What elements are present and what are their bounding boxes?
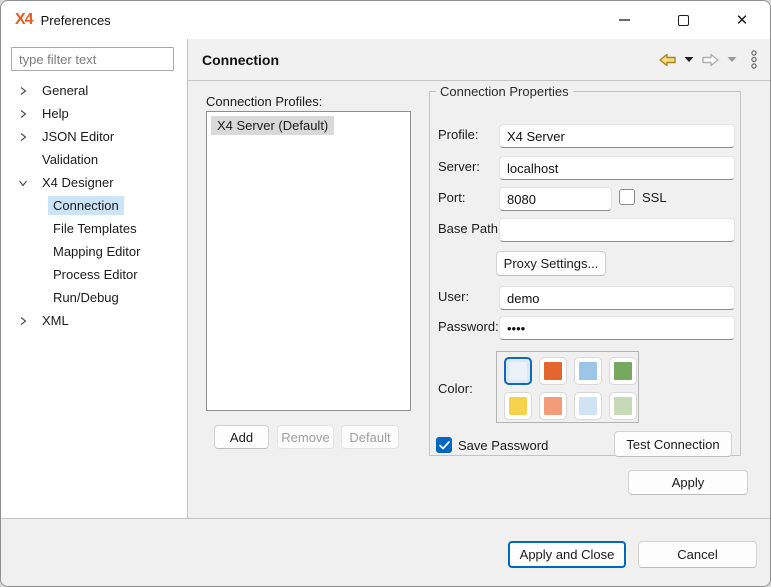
tree-item-label: General	[37, 81, 93, 100]
tree-item-label: X4 Designer	[37, 173, 119, 192]
preferences-tree: General Help JSON Editor Validation X4 Desig…	[1, 79, 187, 332]
close-button[interactable]: ✕	[721, 1, 763, 39]
color-swatch-1[interactable]	[504, 357, 532, 385]
sidebar-item-connection[interactable]: Connection	[1, 194, 187, 217]
tree-item-label: Help	[37, 104, 74, 123]
password-input[interactable]	[499, 316, 735, 340]
color-swatch-2[interactable]	[539, 357, 567, 385]
window-title: Preferences	[41, 13, 111, 28]
tree-item-label: XML	[37, 311, 74, 330]
tree-item-label: Run/Debug	[48, 288, 124, 307]
connection-properties-legend: Connection Properties	[436, 84, 573, 99]
sidebar-item-mapping-editor[interactable]: Mapping Editor	[1, 240, 187, 263]
maximize-button[interactable]	[662, 1, 704, 39]
chevron-down-icon[interactable]	[15, 175, 31, 191]
proxy-settings-button[interactable]: Proxy Settings...	[496, 251, 606, 276]
color-chip	[579, 362, 597, 380]
sidebar-item-x4-designer[interactable]: X4 Designer	[1, 171, 187, 194]
view-menu-icon[interactable]	[750, 50, 758, 69]
minimize-icon	[619, 19, 630, 21]
maximize-icon	[678, 15, 689, 26]
save-password-checkbox[interactable]	[436, 437, 452, 453]
server-input[interactable]	[499, 156, 735, 180]
forward-arrow-icon[interactable]	[701, 52, 720, 68]
test-connection-button[interactable]: Test Connection	[614, 431, 732, 457]
chevron-right-icon[interactable]	[15, 129, 31, 145]
color-swatch-4[interactable]	[609, 357, 637, 385]
x4-logo-icon: X4	[15, 11, 33, 29]
profile-label: Profile:	[438, 127, 478, 142]
profile-list-item[interactable]: X4 Server (Default)	[211, 116, 334, 135]
tree-item-label: Validation	[37, 150, 103, 169]
tree-item-label: Mapping Editor	[48, 242, 145, 261]
apply-button[interactable]: Apply	[628, 470, 748, 495]
connection-page: Connection Profiles: X4 Server (Default)…	[188, 81, 771, 518]
sidebar-item-xml[interactable]: XML	[1, 309, 187, 332]
minimize-button[interactable]	[603, 1, 645, 39]
filter-input[interactable]	[11, 47, 174, 71]
tree-item-label: File Templates	[48, 219, 142, 238]
close-icon: ✕	[736, 11, 749, 29]
color-chip	[509, 397, 527, 415]
color-chip	[509, 362, 527, 380]
back-arrow-icon[interactable]	[658, 52, 677, 68]
check-icon	[439, 441, 450, 450]
tree-item-label: Connection	[48, 196, 124, 215]
base-path-label: Base Path:	[438, 221, 502, 236]
base-path-input[interactable]	[499, 218, 735, 242]
sidebar-item-run-debug[interactable]: Run/Debug	[1, 286, 187, 309]
connection-profiles-label: Connection Profiles:	[206, 94, 322, 109]
ssl-checkbox[interactable]	[619, 189, 635, 205]
forward-dropdown-icon[interactable]	[727, 56, 737, 63]
profile-input[interactable]	[499, 124, 735, 148]
color-label: Color:	[438, 381, 473, 396]
page-title: Connection	[202, 52, 279, 68]
user-input[interactable]	[499, 286, 735, 310]
color-chip	[544, 397, 562, 415]
color-swatch-5[interactable]	[504, 392, 532, 420]
color-swatch-6[interactable]	[539, 392, 567, 420]
server-label: Server:	[438, 159, 480, 174]
tree-item-label: JSON Editor	[37, 127, 119, 146]
color-chip	[579, 397, 597, 415]
connection-profiles-list[interactable]: X4 Server (Default)	[206, 111, 411, 411]
title-bar: X4 Preferences	[1, 1, 770, 39]
dialog-footer: Apply and Close Cancel	[1, 518, 770, 587]
connection-properties-group: Connection Properties Profile: Server: P…	[429, 84, 741, 456]
color-swatch-3[interactable]	[574, 357, 602, 385]
preferences-dialog: X4 Preferences ✕ General Help JSON Editor V…	[0, 0, 771, 587]
color-swatch-8[interactable]	[609, 392, 637, 420]
color-chip	[544, 362, 562, 380]
sidebar-item-process-editor[interactable]: Process Editor	[1, 263, 187, 286]
ssl-label: SSL	[642, 190, 667, 205]
chevron-right-icon[interactable]	[15, 83, 31, 99]
default-button: Default	[341, 425, 399, 449]
port-label: Port:	[438, 190, 465, 205]
sidebar-item-general[interactable]: General	[1, 79, 187, 102]
color-swatch-7[interactable]	[574, 392, 602, 420]
color-swatch-panel	[496, 351, 639, 423]
chevron-right-icon[interactable]	[15, 313, 31, 329]
apply-and-close-button[interactable]: Apply and Close	[508, 541, 626, 568]
tree-item-label: Process Editor	[48, 265, 143, 284]
save-password-label: Save Password	[458, 438, 548, 453]
user-label: User:	[438, 289, 469, 304]
sidebar-item-json-editor[interactable]: JSON Editor	[1, 125, 187, 148]
sidebar-item-validation[interactable]: Validation	[1, 148, 187, 171]
color-chip	[614, 397, 632, 415]
page-header: Connection	[188, 39, 771, 81]
add-button[interactable]: Add	[214, 425, 269, 449]
sidebar-item-help[interactable]: Help	[1, 102, 187, 125]
color-chip	[614, 362, 632, 380]
port-input[interactable]	[499, 187, 612, 211]
sidebar: General Help JSON Editor Validation X4 Desig…	[1, 39, 188, 518]
back-dropdown-icon[interactable]	[684, 56, 694, 63]
chevron-right-icon[interactable]	[15, 106, 31, 122]
tree-spacer	[15, 152, 31, 168]
remove-button: Remove	[277, 425, 334, 449]
cancel-button[interactable]: Cancel	[638, 541, 757, 568]
password-label: Password:	[438, 319, 499, 334]
sidebar-item-file-templates[interactable]: File Templates	[1, 217, 187, 240]
